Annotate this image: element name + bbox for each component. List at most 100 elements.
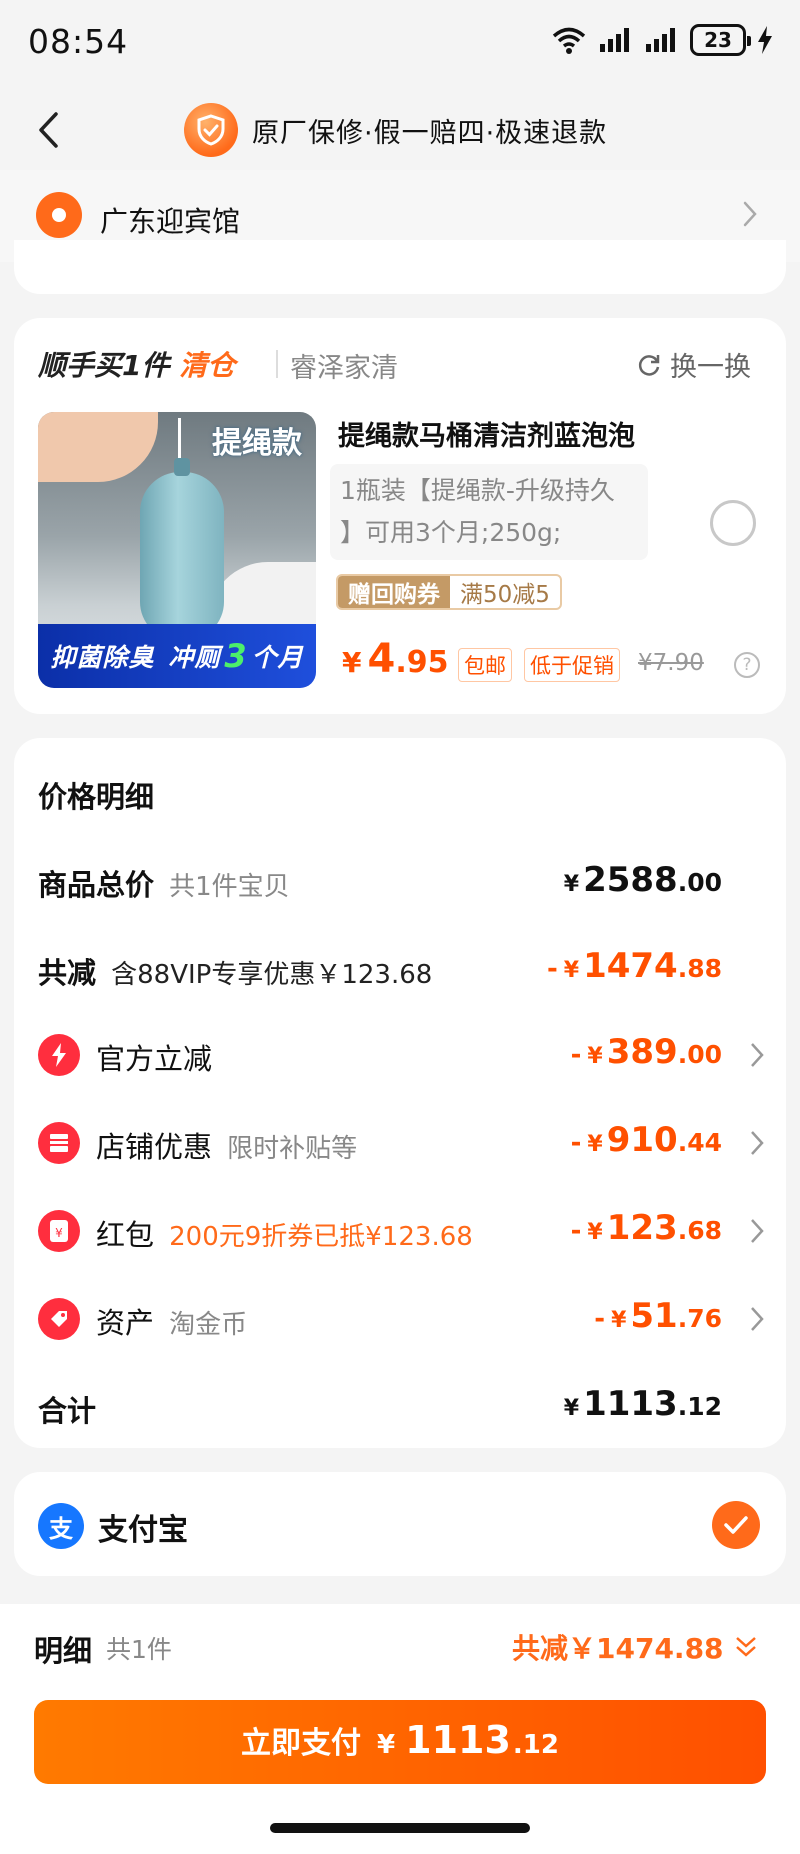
store-icon: [38, 1122, 80, 1164]
amount-decimal: .12: [677, 1392, 722, 1421]
total-row: 合计: [38, 1388, 96, 1430]
pay-decimal: .12: [512, 1730, 559, 1760]
original-price: ¥7.90: [638, 650, 704, 676]
product-title[interactable]: 提绳款马桶清洁剂蓝泡泡: [338, 414, 635, 453]
price-decimal: .95: [395, 645, 449, 680]
clearance-tag: 清仓: [179, 349, 236, 382]
store-discount-row[interactable]: 店铺优惠 限时补贴等: [96, 1124, 357, 1166]
image-banner-text: 冲厕: [168, 643, 221, 672]
image-banner-text: 抑菌除臭: [50, 643, 155, 672]
assets-amount: - ¥ 51 .76: [594, 1296, 722, 1336]
deal-title: 顺手买1件 清仓: [38, 344, 235, 384]
payment-method-name: 支付宝: [98, 1513, 188, 1548]
status-time: 08:54: [28, 22, 129, 61]
pay-now-button[interactable]: 立即支付 ¥ 1113 .12: [34, 1700, 766, 1784]
amount-integer: 1474: [583, 946, 678, 986]
amount-integer: 123: [606, 1208, 678, 1248]
hand-shape: [38, 412, 158, 482]
total-label: 合计: [38, 1394, 97, 1428]
guarantee-banner: 原厂保修·假一赔四·极速退款: [184, 102, 607, 158]
product-image[interactable]: 提绳款 抑菌除臭 冲厕 3 个月: [38, 412, 316, 688]
image-banner: 抑菌除臭 冲厕 3 个月: [38, 624, 316, 688]
official-discount-row[interactable]: 官方立减: [96, 1036, 212, 1078]
price-detail-title: 价格明细: [38, 780, 155, 814]
bottle-shape: [140, 458, 224, 640]
red-packet-sub: 200元9折券已抵¥123.68: [169, 1222, 473, 1252]
below-promo-badge: 低于促销: [524, 648, 620, 682]
image-banner-text: 个月: [251, 643, 304, 672]
swap-label: 换一换: [670, 352, 751, 383]
pay-currency: ¥: [377, 1730, 396, 1760]
shop-name: 睿泽家清: [290, 353, 398, 384]
amount-currency: ¥: [587, 1132, 603, 1157]
signal-icon: [600, 28, 629, 52]
amount-minus: -: [546, 954, 558, 984]
amount-decimal: .88: [677, 954, 722, 983]
official-discount-amount: - ¥ 389 .00: [571, 1032, 722, 1072]
assets-label: 资产: [96, 1306, 155, 1340]
battery-indicator: 23: [690, 24, 751, 56]
location-pin-icon: [36, 192, 82, 238]
check-icon: [724, 1516, 748, 1534]
subtotal-row: 商品总价 共1件宝贝: [38, 862, 290, 904]
status-bar: 08:54 23: [0, 0, 800, 88]
charging-icon: [758, 26, 772, 54]
wifi-icon: [552, 27, 586, 54]
chevron-left-icon: [39, 112, 58, 148]
swap-button[interactable]: 换一换: [636, 345, 751, 384]
image-tag-text: 提绳款: [212, 426, 302, 461]
pay-integer: 1113: [405, 1718, 511, 1762]
spec-line: 】可用3个月;250g;: [340, 518, 562, 547]
chevron-right-icon[interactable]: [750, 1042, 764, 1068]
payment-selected-check[interactable]: [712, 1501, 760, 1549]
total-discount-toggle[interactable]: 共减￥1474.88: [512, 1627, 758, 1667]
back-button[interactable]: [28, 106, 68, 154]
red-packet-icon: ¥: [38, 1210, 80, 1252]
coupon-right: 满50减5: [460, 582, 550, 608]
chevron-right-icon[interactable]: [750, 1130, 764, 1156]
detail-label[interactable]: 明细: [34, 1628, 92, 1670]
product-select-radio[interactable]: [710, 500, 756, 546]
price-currency: ¥: [342, 646, 362, 679]
discount-row: 共减 含88VIP专享优惠￥123.68: [38, 950, 432, 992]
home-indicator[interactable]: [270, 1823, 530, 1833]
amount-integer: 389: [606, 1032, 678, 1072]
divider: [276, 350, 278, 378]
help-icon[interactable]: ?: [734, 652, 760, 678]
tag-icon: [38, 1298, 80, 1340]
alipay-icon: 支: [38, 1503, 84, 1549]
amount-currency: ¥: [563, 872, 580, 897]
amount-currency: ¥: [563, 1396, 580, 1421]
subtotal-sub: 共1件宝贝: [169, 872, 290, 902]
svg-text:¥: ¥: [55, 1226, 63, 1240]
red-packet-amount: - ¥ 123 .68: [571, 1208, 722, 1248]
subtotal-amount: ¥ 2588 .00: [564, 860, 722, 900]
subtotal-label: 商品总价: [38, 868, 155, 902]
address-text: 广东迎宾馆: [100, 205, 241, 238]
free-shipping-badge: 包邮: [458, 648, 512, 682]
assets-sub: 淘金币: [169, 1310, 248, 1340]
image-banner-number: 3: [224, 637, 248, 675]
deal-title-text: 顺手买1件: [38, 349, 170, 382]
discount-label: 共减: [38, 956, 97, 990]
assets-row[interactable]: 资产 淘金币: [96, 1300, 247, 1342]
discount-amount: - ¥ 1474 .88: [547, 946, 722, 986]
amount-currency: ¥: [563, 958, 580, 983]
amount-currency: ¥: [587, 1044, 603, 1069]
chevron-right-icon[interactable]: [750, 1306, 764, 1332]
red-packet-label: 红包: [96, 1218, 155, 1252]
red-packet-row[interactable]: 红包 200元9折券已抵¥123.68: [96, 1212, 473, 1254]
shield-check-icon: [184, 103, 238, 157]
pay-now-label: 立即支付: [241, 1726, 362, 1761]
product-spec-selector[interactable]: 1瓶装【提绳款-升级持久 】可用3个月;250g;: [330, 464, 648, 560]
official-discount-label: 官方立减: [96, 1042, 213, 1076]
coupon-left: 赠回购券: [338, 576, 450, 608]
chevron-right-icon[interactable]: [750, 1218, 764, 1244]
refresh-icon: [638, 354, 660, 376]
amount-decimal: .44: [677, 1128, 722, 1157]
signal-icon: [646, 28, 675, 52]
product-price: ¥ 4 .95: [342, 636, 448, 682]
amount-currency: ¥: [587, 1220, 603, 1245]
amount-minus: -: [594, 1304, 606, 1334]
chevron-right-icon: [743, 201, 757, 227]
